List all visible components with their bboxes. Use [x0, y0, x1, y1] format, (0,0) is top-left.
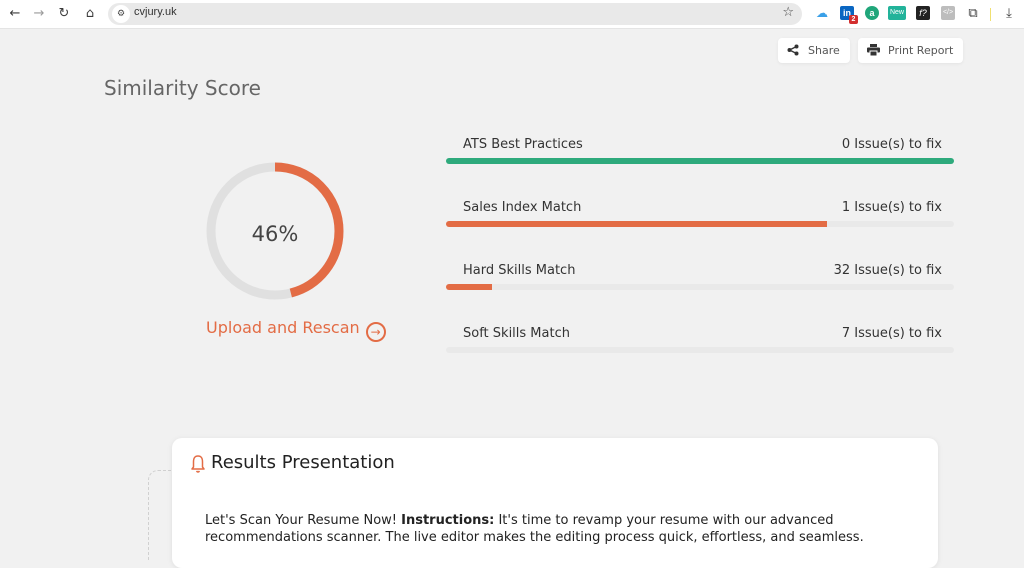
metric-ats-best-practices[interactable]: ATS Best Practices 0 Issue(s) to fix: [446, 137, 954, 177]
similarity-score-title: Similarity Score: [104, 76, 261, 100]
bell-icon: [191, 455, 205, 473]
metric-soft-skills-match[interactable]: Soft Skills Match 7 Issue(s) to fix: [446, 326, 954, 366]
browser-toolbar: ← → ↻ ⌂ ⚙ cvjury.uk ☆ ☁ in 2 a New f? </…: [0, 0, 1024, 29]
new-extension-icon[interactable]: New: [888, 6, 906, 20]
share-icon: [787, 38, 799, 65]
rescan-label: Upload and Rescan: [206, 318, 360, 337]
metric-issues: 32 Issue(s) to fix: [833, 263, 942, 278]
metric-issues: 7 Issue(s) to fix: [841, 326, 942, 341]
print-report-label: Print Report: [888, 44, 954, 57]
forward-icon[interactable]: →: [30, 5, 48, 23]
arrow-right-circle-icon: →: [365, 322, 386, 342]
metric-issues: 1 Issue(s) to fix: [841, 200, 942, 215]
progress-track: [446, 284, 954, 290]
upload-and-rescan-link[interactable]: Upload and Rescan →: [206, 318, 386, 342]
metric-sales-index-match[interactable]: Sales Index Match 1 Issue(s) to fix: [446, 200, 954, 240]
home-icon[interactable]: ⌂: [81, 5, 99, 23]
progress-fill: [446, 158, 954, 164]
progress-track: [446, 221, 954, 227]
url-text[interactable]: cvjury.uk: [134, 6, 177, 18]
cloud-extension-icon[interactable]: ☁: [815, 6, 829, 20]
progress-fill: [446, 284, 492, 290]
instructions-label: Instructions:: [401, 513, 495, 528]
score-value: 46%: [251, 222, 299, 246]
metric-name: Soft Skills Match: [463, 326, 570, 341]
share-label: Share: [808, 44, 840, 57]
code-extension-icon[interactable]: </>: [941, 6, 955, 20]
site-info-icon[interactable]: ⚙: [112, 5, 130, 23]
extensions-puzzle-icon[interactable]: ⧉: [964, 5, 982, 23]
back-icon[interactable]: ←: [6, 5, 24, 23]
bookmark-star-icon[interactable]: ☆: [782, 5, 794, 20]
metric-name: ATS Best Practices: [463, 137, 583, 152]
progress-track: [446, 347, 954, 353]
progress-fill: [446, 221, 827, 227]
metric-name: Sales Index Match: [463, 200, 582, 215]
metric-name: Hard Skills Match: [463, 263, 576, 278]
reload-icon[interactable]: ↻: [55, 5, 73, 23]
font-extension-icon[interactable]: f?: [916, 6, 930, 20]
results-presentation-card: Results Presentation Let's Scan Your Res…: [172, 438, 938, 568]
progress-track: [446, 158, 954, 164]
address-bar[interactable]: ⚙ cvjury.uk ☆: [108, 3, 802, 25]
toolbar-divider: [990, 8, 991, 21]
intro-text: Let's Scan Your Resume Now!: [205, 513, 402, 528]
metric-issues: 0 Issue(s) to fix: [841, 137, 942, 152]
linkedin-extension-icon[interactable]: in 2: [840, 6, 858, 24]
download-icon[interactable]: ⤓: [1000, 5, 1018, 23]
notification-badge: 2: [849, 15, 858, 24]
share-button[interactable]: Share: [778, 38, 850, 63]
metric-hard-skills-match[interactable]: Hard Skills Match 32 Issue(s) to fix: [446, 263, 954, 303]
printer-icon: [867, 38, 880, 65]
results-description: Let's Scan Your Resume Now! Instructions…: [205, 512, 905, 546]
a-extension-icon[interactable]: a: [865, 6, 879, 20]
results-title: Results Presentation: [211, 452, 395, 473]
print-report-button[interactable]: Print Report: [858, 38, 964, 65]
